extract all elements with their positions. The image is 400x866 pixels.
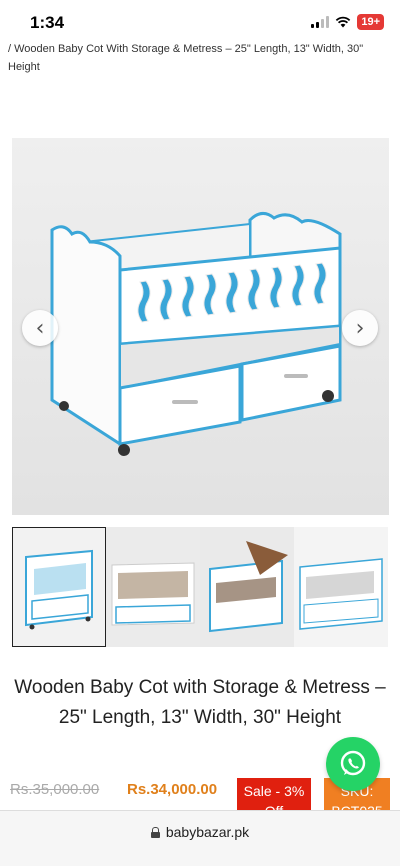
thumbnail-3[interactable] [200, 527, 294, 647]
lock-icon [150, 827, 160, 838]
browser-url-bar[interactable]: babybazar.pk [0, 810, 400, 866]
status-time: 1:34 [30, 13, 65, 32]
sale-price: Rs.34,000.00 [127, 781, 218, 798]
thumbnail-4[interactable] [294, 527, 388, 647]
thumbnail-strip [12, 527, 389, 647]
cellular-signal-icon [311, 16, 330, 28]
thumbnail-1[interactable] [12, 527, 106, 647]
whatsapp-icon [340, 750, 366, 776]
wifi-icon [335, 16, 351, 28]
old-price: Rs.35,000.00 [10, 781, 100, 798]
chevron-left-icon[interactable]: ‹ [22, 310, 58, 346]
chevron-right-icon[interactable]: › [342, 310, 378, 346]
product-title: Wooden Baby Cot with Storage & Metress –… [14, 677, 386, 728]
status-indicators: 19+ [311, 14, 384, 30]
main-product-image[interactable] [12, 138, 389, 515]
url-text: babybazar.pk [165, 824, 250, 840]
whatsapp-button[interactable] [326, 737, 380, 791]
status-bar: 1:34 19+ [0, 0, 400, 40]
url-display[interactable]: babybazar.pk [0, 824, 400, 840]
battery-indicator: 19+ [357, 14, 384, 30]
thumbnail-2[interactable] [106, 527, 200, 647]
breadcrumb: / Wooden Baby Cot With Storage & Metress… [8, 43, 364, 73]
